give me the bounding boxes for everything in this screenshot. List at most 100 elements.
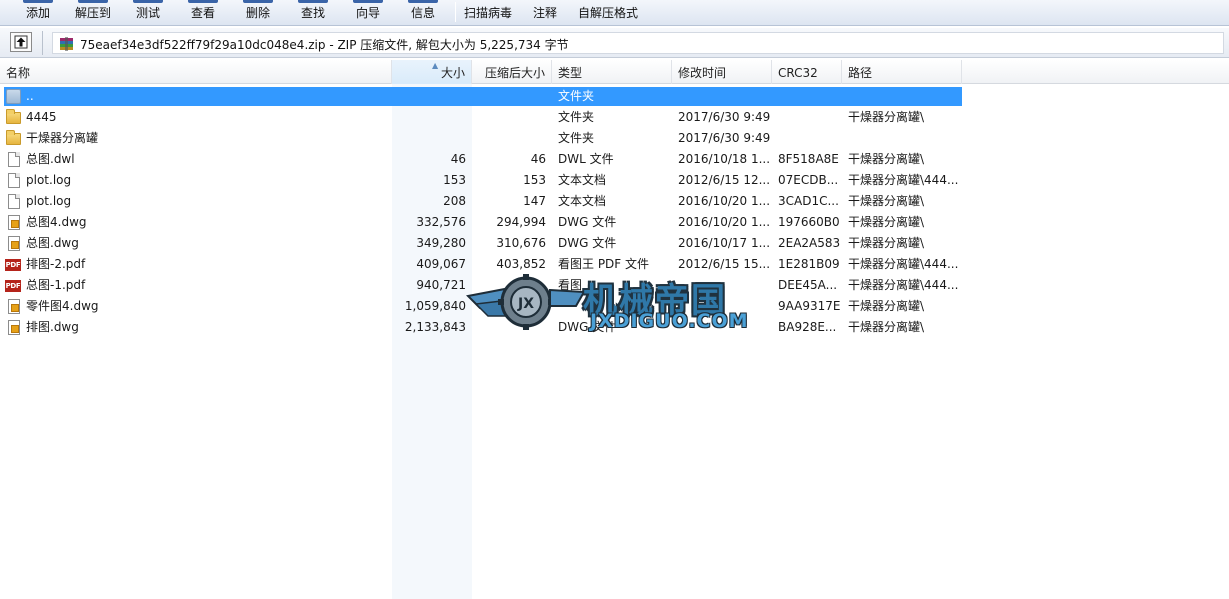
dwg-file-icon [8,320,20,335]
column-path[interactable]: 路径 [842,60,962,84]
file-row[interactable]: 干燥器分离罐 文件夹 2017/6/30 9:49 [4,129,962,148]
file-path-cell: 干燥器分离罐\ [848,299,925,313]
file-type-cell: DWG 文件 [558,215,617,229]
file-row[interactable]: plot.log 153 153 文本文档 2012/6/15 12... 07ECDB.… [4,171,962,190]
file-row[interactable]: plot.log 208 147 文本文档 2016/10/20 1... 3CAD1C.… [4,192,962,211]
file-modified-cell: 2016/10/20 1... [678,215,771,229]
file-name-cell: 排图.dwg [26,320,79,334]
file-packed-cell: 147 [523,194,546,208]
file-path-cell: 干燥器分离罐\ [848,110,925,124]
file-path-cell: 干燥器分离罐\ [848,236,925,250]
file-crc-cell: 8F518A8E [778,152,839,166]
file-name-cell: .. [26,89,34,103]
dwg-file-icon [8,236,20,251]
file-row[interactable]: 总图4.dwg 332,576 294,994 DWG 文件 2016/10/20 1.… [4,213,962,232]
column-modified[interactable]: 修改时间 [672,60,772,84]
column-type[interactable]: 类型 [552,60,672,84]
address-bar: 75eaef34e3df522ff79f29a10dc048e4.zip - Z… [0,28,1229,58]
file-packed-cell [472,129,546,148]
info-button[interactable]: 信息 [408,0,438,22]
file-packed-cell [472,318,546,337]
file-path-cell [848,129,960,148]
file-packed-cell: 46 [530,152,546,166]
comment-button[interactable]: 注释 [533,4,557,22]
file-modified-cell [678,318,774,337]
column-packed-size[interactable]: 压缩后大小 [472,60,552,84]
view-button[interactable]: 查看 [188,0,218,22]
file-type-cell: DWG 文件 [558,320,617,334]
file-type-cell: 文本文档 [558,194,607,208]
up-arrow-icon [14,35,28,49]
file-type-cell [558,297,672,316]
column-crc32[interactable]: CRC32 [772,60,842,84]
file-path-cell: 干燥器分离罐\ [848,194,925,208]
file-size-cell [392,108,466,127]
file-row[interactable]: PDF 排图-2.pdf 409,067 403,852 看图王 PDF 文件 2012/… [4,255,962,274]
file-size-cell: 332,576 [416,215,466,229]
view-icon [188,0,218,3]
file-row[interactable]: 零件图4.dwg 1,059,840 9AA9317E 干燥器分离罐\ [4,297,962,316]
file-path-cell [848,87,960,106]
column-header: 名称 ▲ 大小 压缩后大小 类型 修改时间 CRC32 路径 [0,60,1229,84]
wizard-button[interactable]: 向导 [353,0,383,22]
file-packed-cell [472,87,546,106]
file-type-cell: 看图 [558,278,583,292]
virus-scan-button[interactable]: 扫描病毒 [464,4,512,22]
test-button[interactable]: 测试 [133,0,163,22]
file-name-cell: 总图.dwl [26,152,75,166]
file-modified-cell [678,297,774,316]
file-crc-cell: 2EA2A583 [778,236,841,250]
file-modified-cell: 2016/10/18 1... [678,152,771,166]
file-type-cell: 文件夹 [558,89,595,103]
file-path-cell: 干燥器分离罐\ [848,152,925,166]
file-path-cell: 干燥器分离罐\444... [848,257,959,271]
file-packed-cell [472,276,546,295]
file-path-cell: 干燥器分离罐\ [848,320,925,334]
file-row[interactable]: .. 文件夹 [4,87,962,106]
file-name-cell: 总图-1.pdf [26,278,86,292]
toolbar-separator [455,2,456,22]
file-crc-cell: 07ECDB... [778,173,839,187]
file-row[interactable]: 总图.dwl 46 46 DWL 文件 2016/10/18 1... 8F518A8E 干… [4,150,962,169]
file-size-cell: 940,721 [416,278,466,292]
sfx-button[interactable]: 自解压格式 [578,4,638,22]
zip-archive-icon [60,37,73,51]
dwg-file-icon [8,215,20,230]
file-path-cell: 干燥器分离罐\444... [848,278,959,292]
file-list: 名称 ▲ 大小 压缩后大小 类型 修改时间 CRC32 路径 .. 文件夹 4445 文… [0,60,1229,599]
address-separator [42,31,43,55]
file-type-cell: 看图王 PDF 文件 [558,257,650,271]
file-packed-cell: 294,994 [496,215,546,229]
file-crc-cell: 3CAD1C... [778,194,839,208]
file-modified-cell [678,87,774,106]
column-name[interactable]: 名称 [0,60,392,84]
file-type-cell: DWL 文件 [558,152,614,166]
parent-folder-icon [6,89,21,104]
file-name-cell: 干燥器分离罐 [26,131,99,145]
extract-to-button[interactable]: 解压到 [75,0,111,22]
file-row[interactable]: 排图.dwg 2,133,843 DWG 文件 BA928E... 干燥器分离罐\ [4,318,962,337]
delete-button[interactable]: 删除 [243,0,273,22]
file-path-cell: 干燥器分离罐\444... [848,173,959,187]
file-row[interactable]: PDF 总图-1.pdf 940,721 看图 DEE45A... 干燥器分离罐\444.… [4,276,962,295]
find-button[interactable]: 查找 [298,0,328,22]
file-size-cell: 208 [443,194,466,208]
file-modified-cell: 2012/6/15 15... [678,257,771,271]
file-size-cell [392,129,466,148]
archive-path-field[interactable]: 75eaef34e3df522ff79f29a10dc048e4.zip - Z… [52,32,1224,54]
file-type-cell: 文件夹 [558,110,595,124]
file-size-cell: 409,067 [416,257,466,271]
column-size[interactable]: ▲ 大小 [392,60,472,84]
add-button[interactable]: 添加 [23,0,53,22]
file-row[interactable]: 4445 文件夹 2017/6/30 9:49 干燥器分离罐\ [4,108,962,127]
file-crc-cell [778,108,844,127]
file-name-cell: 排图-2.pdf [26,257,86,271]
up-one-level-button[interactable] [10,32,32,52]
file-crc-cell: DEE45A... [778,278,838,292]
file-row[interactable]: 总图.dwg 349,280 310,676 DWG 文件 2016/10/17 1..… [4,234,962,253]
file-type-cell: 文本文档 [558,173,607,187]
file-name-cell: 总图.dwg [26,236,79,250]
folder-icon [6,130,21,145]
file-modified-cell: 2016/10/17 1... [678,236,771,250]
file-size-cell [392,87,466,106]
